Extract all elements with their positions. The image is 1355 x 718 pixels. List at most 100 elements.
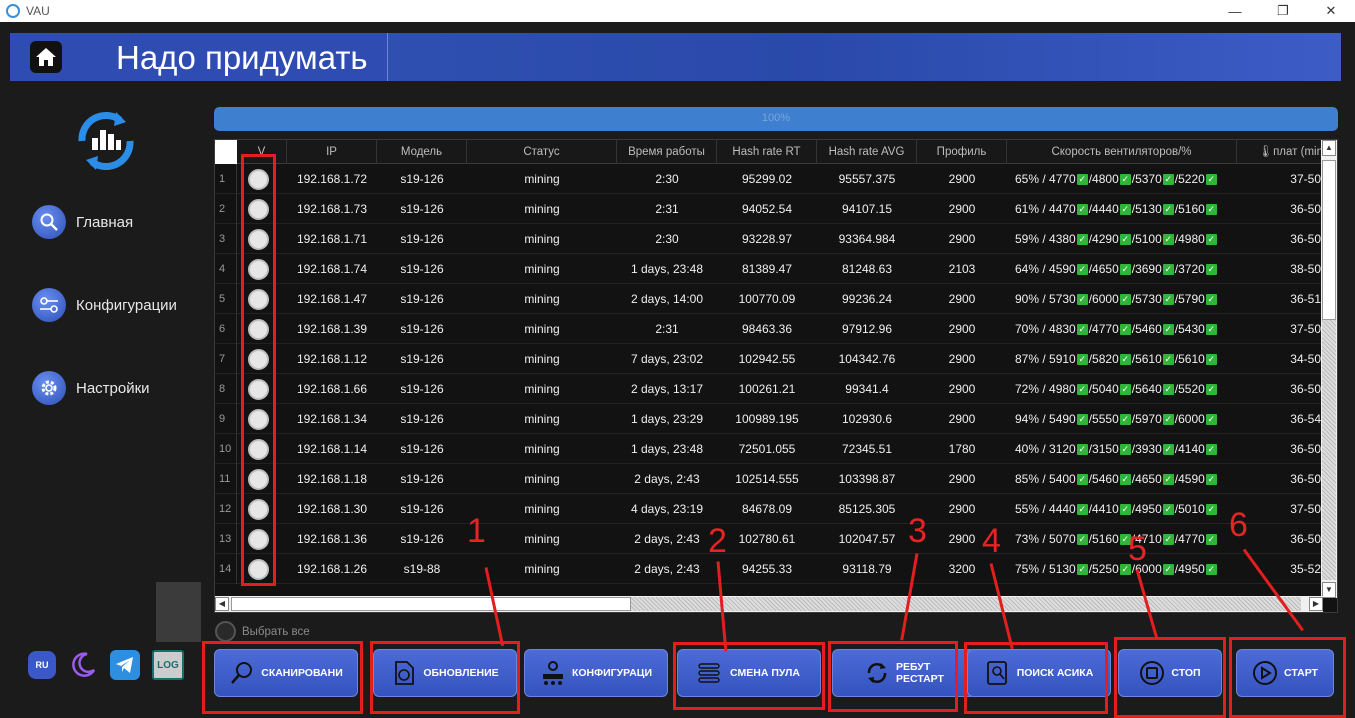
fan-speed-value: /4290 [1088,232,1119,246]
table-row[interactable]: 9 192.168.1.34 s19-126 mining 1 days, 23:29 1… [215,404,1321,434]
table-row[interactable]: 5 192.168.1.47 s19-126 mining 2 days, 14:00 1… [215,284,1321,314]
cell-board-temp: 36-51 [1290,292,1321,306]
table-row[interactable]: 6 192.168.1.39 s19-126 mining 2:31 98463.36 97… [215,314,1321,344]
scroll-left-arrow-icon[interactable]: ◀ [215,597,229,611]
cell-hashrate-rt: 100261.21 [738,382,796,396]
check-icon: ✓ [1162,294,1174,306]
home-icon [36,48,56,66]
check-icon: ✓ [1076,174,1088,186]
table-row[interactable]: 13 192.168.1.36 s19-126 mining 2 days, 2:43 1… [215,524,1321,554]
check-icon: ✓ [1076,564,1088,576]
row-number: 2 [215,194,237,224]
cell-hashrate-avg: 102930.6 [841,412,893,426]
language-button[interactable]: RU [28,651,56,679]
fan-speed-value: /5730 [1131,292,1162,306]
theme-toggle-button[interactable] [68,650,98,680]
row-number: 1 [215,164,237,194]
scroll-right-arrow-icon[interactable]: ▶ [1309,597,1323,611]
config-icon [32,288,66,322]
app-icon [6,4,20,18]
column-header-hashrate-rt[interactable]: Hash rate RT [717,140,817,164]
select-corner[interactable] [215,140,237,164]
annotation-number: 4 [982,522,1001,560]
fan-speed-value: /3930 [1131,442,1162,456]
cell-ip: 192.168.1.14 [296,442,368,456]
cell-hashrate-avg: 99341.4 [845,382,889,396]
cell-hashrate-rt: 100989.195 [735,412,799,426]
fan-speed-value: /5790 [1174,292,1205,306]
column-header-ip[interactable]: IP [287,140,377,164]
table-row[interactable]: 11 192.168.1.18 s19-126 mining 2 days, 2:43 1… [215,464,1321,494]
column-header-board-temp[interactable]: 🌡плат (min [1237,140,1327,164]
close-button[interactable]: ✕ [1307,0,1355,22]
cell-model: s19-126 [400,442,444,456]
check-icon: ✓ [1205,324,1217,336]
table-row[interactable]: 3 192.168.1.71 s19-126 mining 2:30 93228.97 93… [215,224,1321,254]
cell-board-temp: 36-50 [1290,472,1321,486]
horizontal-scrollbar[interactable]: ◀ ▶ [215,596,1323,612]
check-icon: ✓ [1205,264,1217,276]
table-row[interactable]: 10 192.168.1.14 s19-126 mining 1 days, 23:48… [215,434,1321,464]
check-icon: ✓ [1076,384,1088,396]
table-header: V IP Модель Статус Время работы Hash rat… [215,140,1325,164]
scroll-up-arrow-icon[interactable]: ▲ [1322,140,1336,156]
vertical-scrollbar[interactable]: ▲ ▼ [1321,140,1337,598]
cell-status: mining [524,412,560,426]
cell-ip: 192.168.1.73 [296,202,368,216]
cell-hashrate-avg: 81248.63 [841,262,893,276]
select-all-checkbox[interactable] [215,621,236,642]
log-button[interactable]: LOG [152,650,184,680]
cell-hashrate-rt: 100770.09 [738,292,796,306]
fan-speed-value: /5010 [1174,502,1205,516]
sidebar-item-settings[interactable]: Настройки [32,371,150,405]
configuration-button[interactable]: КОНФИГУРАЦИ [524,649,668,697]
scroll-thumb[interactable] [231,597,631,611]
telegram-button[interactable] [110,650,140,680]
fan-speed-value: /4140 [1174,442,1205,456]
fan-speed-value: /5640 [1131,382,1162,396]
progress-label: 100% [761,112,791,124]
cell-ip: 192.168.1.36 [296,532,368,546]
home-button[interactable] [30,41,62,73]
cell-profile: 2900 [948,232,976,246]
column-header-hashrate-avg[interactable]: Hash rate AVG [817,140,917,164]
column-header-model[interactable]: Модель [377,140,467,164]
check-icon: ✓ [1205,534,1217,546]
sidebar-item-label: Настройки [76,379,150,397]
table-row[interactable]: 2 192.168.1.73 s19-126 mining 2:31 94052.54 94… [215,194,1321,224]
column-header-uptime[interactable]: Время работы [617,140,717,164]
highlight-box-7 [1229,637,1346,718]
cell-profile: 2900 [948,502,976,516]
scroll-thumb[interactable] [1322,160,1336,320]
column-header-status[interactable]: Статус [467,140,617,164]
check-icon: ✓ [1119,444,1131,456]
select-all[interactable]: Выбрать все [215,621,310,642]
table-row[interactable]: 12 192.168.1.30 s19-126 mining 4 days, 23:19… [215,494,1321,524]
cell-model: s19-126 [400,292,444,306]
check-icon: ✓ [1119,264,1131,276]
maximize-button[interactable]: ❐ [1259,0,1307,22]
sidebar-item-main[interactable]: Главная [32,205,133,239]
cell-model: s19-126 [400,172,444,186]
minimize-button[interactable]: — [1211,0,1259,22]
table-row[interactable]: 1 192.168.1.72 s19-126 mining 2:30 95299.02 95… [215,164,1321,194]
column-header-fan-speed[interactable]: Скорость вентиляторов/% [1007,140,1237,164]
row-number: 10 [215,434,237,464]
table-row[interactable]: 8 192.168.1.66 s19-126 mining 2 days, 13:17 1… [215,374,1321,404]
fan-speed-value: /4410 [1088,502,1119,516]
cell-ip: 192.168.1.39 [296,322,368,336]
table-row[interactable]: 7 192.168.1.12 s19-126 mining 7 days, 23:02 1… [215,344,1321,374]
cell-hashrate-rt: 102942.55 [738,352,796,366]
column-header-profile[interactable]: Профиль [917,140,1007,164]
scroll-track[interactable] [631,597,1301,611]
scroll-track[interactable] [1322,320,1336,580]
cell-uptime: 2 days, 14:00 [630,292,704,306]
fan-speed-value: /5970 [1131,412,1162,426]
annotation-number: 1 [467,512,486,550]
table-row[interactable]: 14 192.168.1.26 s19-88 mining 2 days, 2:43 94… [215,554,1321,584]
cell-hashrate-rt: 94255.33 [741,562,793,576]
cell-fan-speed: 55% / 4440 ✓/4410 ✓/4950 ✓/5010 ✓ [1015,494,1237,524]
scroll-down-arrow-icon[interactable]: ▼ [1322,582,1336,598]
sidebar-item-configurations[interactable]: Конфигурации [32,288,177,322]
table-row[interactable]: 4 192.168.1.74 s19-126 mining 1 days, 23:48 8… [215,254,1321,284]
